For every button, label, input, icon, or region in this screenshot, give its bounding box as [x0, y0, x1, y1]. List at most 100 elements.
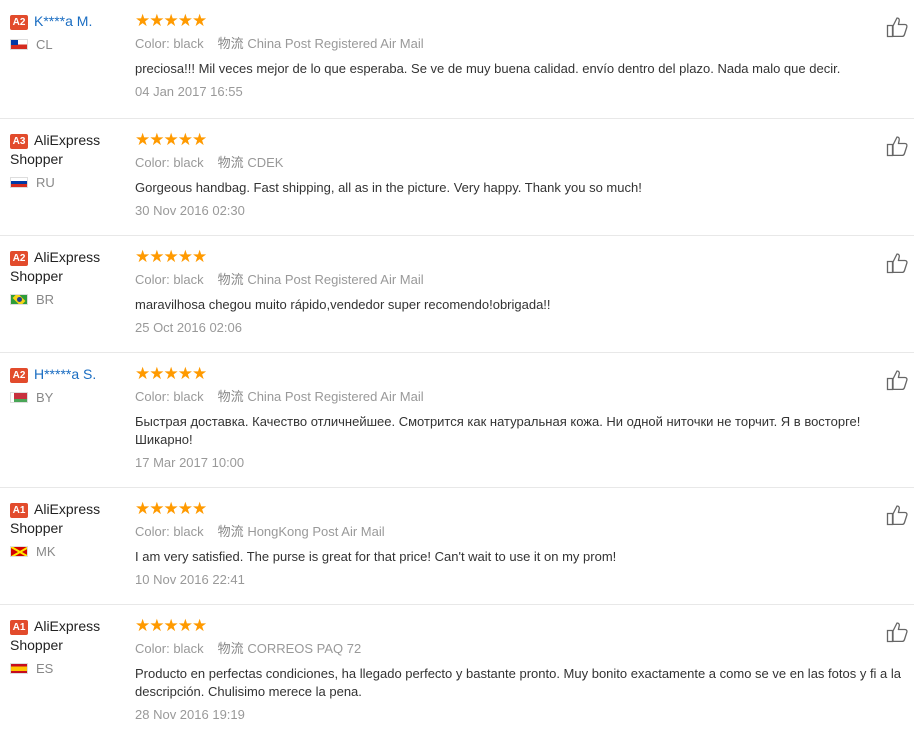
helpful-thumbs-up-icon[interactable] [886, 369, 912, 391]
star-icon: ★ [149, 130, 164, 149]
color-value: black [173, 524, 204, 539]
review-item: A2 H*****a S. BY ★★★★★ Color: black 物流 China … [0, 352, 914, 470]
buyer-name[interactable]: A2 K****a M. [10, 12, 122, 31]
review-content: ★★★★★ Color: black 物流 China Post Registere… [135, 12, 914, 101]
star-icon: ★ [135, 11, 150, 30]
color-label: Color: [135, 389, 170, 404]
star-rating: ★★★★★ [135, 248, 914, 268]
buyer-name-text: Shopper [10, 637, 63, 653]
helpful-thumbs-up-icon[interactable] [886, 252, 912, 274]
shipping-method: HongKong Post Air Mail [247, 524, 385, 539]
star-icon: ★ [135, 499, 150, 518]
buyer-level-badge: A3 [10, 134, 28, 149]
flag-icon [10, 39, 28, 50]
country-code: CL [36, 37, 53, 52]
star-icon: ★ [163, 11, 179, 30]
feedback-text: Gorgeous handbag. Fast shipping, all as … [135, 180, 642, 195]
color-value: black [173, 641, 204, 656]
buyer-country: BY [10, 390, 122, 406]
helpful-thumbs-up-icon[interactable] [886, 135, 912, 157]
star-icon: ★ [135, 364, 150, 383]
color-label: Color: [135, 641, 170, 656]
feedback-text: preciosa!!! Mil veces mejor de lo que es… [135, 61, 841, 76]
shipping-method: CORREOS PAQ 72 [247, 641, 362, 656]
shipping-label: 物流 [217, 272, 244, 287]
helpful-thumbs-up-icon[interactable] [886, 16, 912, 38]
star-icon: ★ [177, 247, 193, 266]
buyer-level-badge: A2 [10, 251, 28, 266]
feedback-date: 04 Jan 2017 16:55 [135, 84, 243, 99]
star-icon: ★ [149, 247, 164, 266]
buyer-name: Shopper [10, 636, 122, 655]
star-icon: ★ [135, 130, 150, 149]
buyer-level-badge: A1 [10, 503, 28, 518]
feedback-text: Быстрая доставка. Качество отличнейшее. … [135, 414, 861, 447]
star-icon: ★ [177, 130, 193, 149]
color-value: black [173, 36, 204, 51]
order-info: Color: black 物流 CORREOS PAQ 72 [135, 640, 914, 658]
buyer-name: A2 AliExpress [10, 248, 122, 267]
shipping-label: 物流 [217, 155, 244, 170]
buyer-name-text: AliExpress [34, 501, 101, 517]
star-icon: ★ [163, 364, 179, 383]
color-value: black [173, 155, 204, 170]
helpful-thumbs-up-icon[interactable] [886, 504, 912, 526]
star-icon: ★ [163, 247, 179, 266]
star-icon: ★ [192, 247, 207, 266]
feedback-text: I am very satisfied. The purse is great … [135, 549, 617, 564]
feedback-date: 17 Mar 2017 10:00 [135, 455, 245, 470]
star-rating: ★★★★★ [135, 617, 914, 637]
flag-icon [10, 294, 28, 305]
buyer-info: A1 AliExpress Shopper ES [10, 617, 122, 677]
flag-icon [10, 546, 28, 557]
buyer-level-badge: A2 [10, 368, 28, 383]
star-icon: ★ [177, 499, 193, 518]
buyer-name: Shopper [10, 150, 122, 169]
star-rating: ★★★★★ [135, 12, 914, 32]
country-code: RU [36, 175, 55, 190]
helpful-thumbs-up-icon[interactable] [886, 621, 912, 643]
review-item: A3 AliExpress Shopper RU ★★★★★ Color: black 物流… [0, 118, 914, 218]
country-code: BR [36, 292, 55, 307]
feedback-date: 25 Oct 2016 02:06 [135, 320, 242, 335]
flag-icon [10, 392, 28, 403]
star-icon: ★ [135, 247, 150, 266]
star-icon: ★ [163, 130, 179, 149]
color-label: Color: [135, 272, 170, 287]
buyer-name: A3 AliExpress [10, 131, 122, 150]
buyer-name: A1 AliExpress [10, 617, 122, 636]
star-icon: ★ [135, 616, 150, 635]
review-content: ★★★★★ Color: black 物流 CDEK Gorgeous handbag… [135, 131, 914, 220]
shipping-method: China Post Registered Air Mail [247, 272, 424, 287]
shipping-label: 物流 [217, 36, 244, 51]
review-item: A1 AliExpress Shopper MK ★★★★★ Color: black 物流… [0, 487, 914, 587]
star-icon: ★ [192, 616, 207, 635]
order-info: Color: black 物流 China Post Registered Air… [135, 35, 914, 53]
star-rating: ★★★★★ [135, 131, 914, 151]
order-info: Color: black 物流 China Post Registered Air… [135, 388, 914, 406]
order-info: Color: black 物流 China Post Registered Air… [135, 271, 914, 289]
review-content: ★★★★★ Color: black 物流 HongKong Post Air Ma… [135, 500, 914, 589]
star-rating: ★★★★★ [135, 365, 914, 385]
star-icon: ★ [163, 499, 179, 518]
shipping-label: 物流 [217, 524, 244, 539]
buyer-country: MK [10, 544, 122, 560]
review-content: ★★★★★ Color: black 物流 China Post Registere… [135, 365, 914, 472]
country-code: ES [36, 661, 54, 676]
color-label: Color: [135, 524, 170, 539]
star-icon: ★ [149, 499, 164, 518]
buyer-name[interactable]: A2 H*****a S. [10, 365, 122, 384]
star-icon: ★ [192, 130, 207, 149]
shipping-method: China Post Registered Air Mail [247, 389, 424, 404]
buyer-name-text: AliExpress [34, 618, 101, 634]
buyer-country: RU [10, 175, 122, 191]
review-content: ★★★★★ Color: black 物流 CORREOS PAQ 72 Produc… [135, 617, 914, 724]
feedback-date: 30 Nov 2016 02:30 [135, 203, 245, 218]
star-icon: ★ [149, 11, 164, 30]
star-icon: ★ [149, 616, 164, 635]
country-code: BY [36, 390, 54, 405]
color-label: Color: [135, 155, 170, 170]
flag-icon [10, 177, 28, 188]
buyer-name: A1 AliExpress [10, 500, 122, 519]
buyer-name-text: AliExpress [34, 132, 101, 148]
